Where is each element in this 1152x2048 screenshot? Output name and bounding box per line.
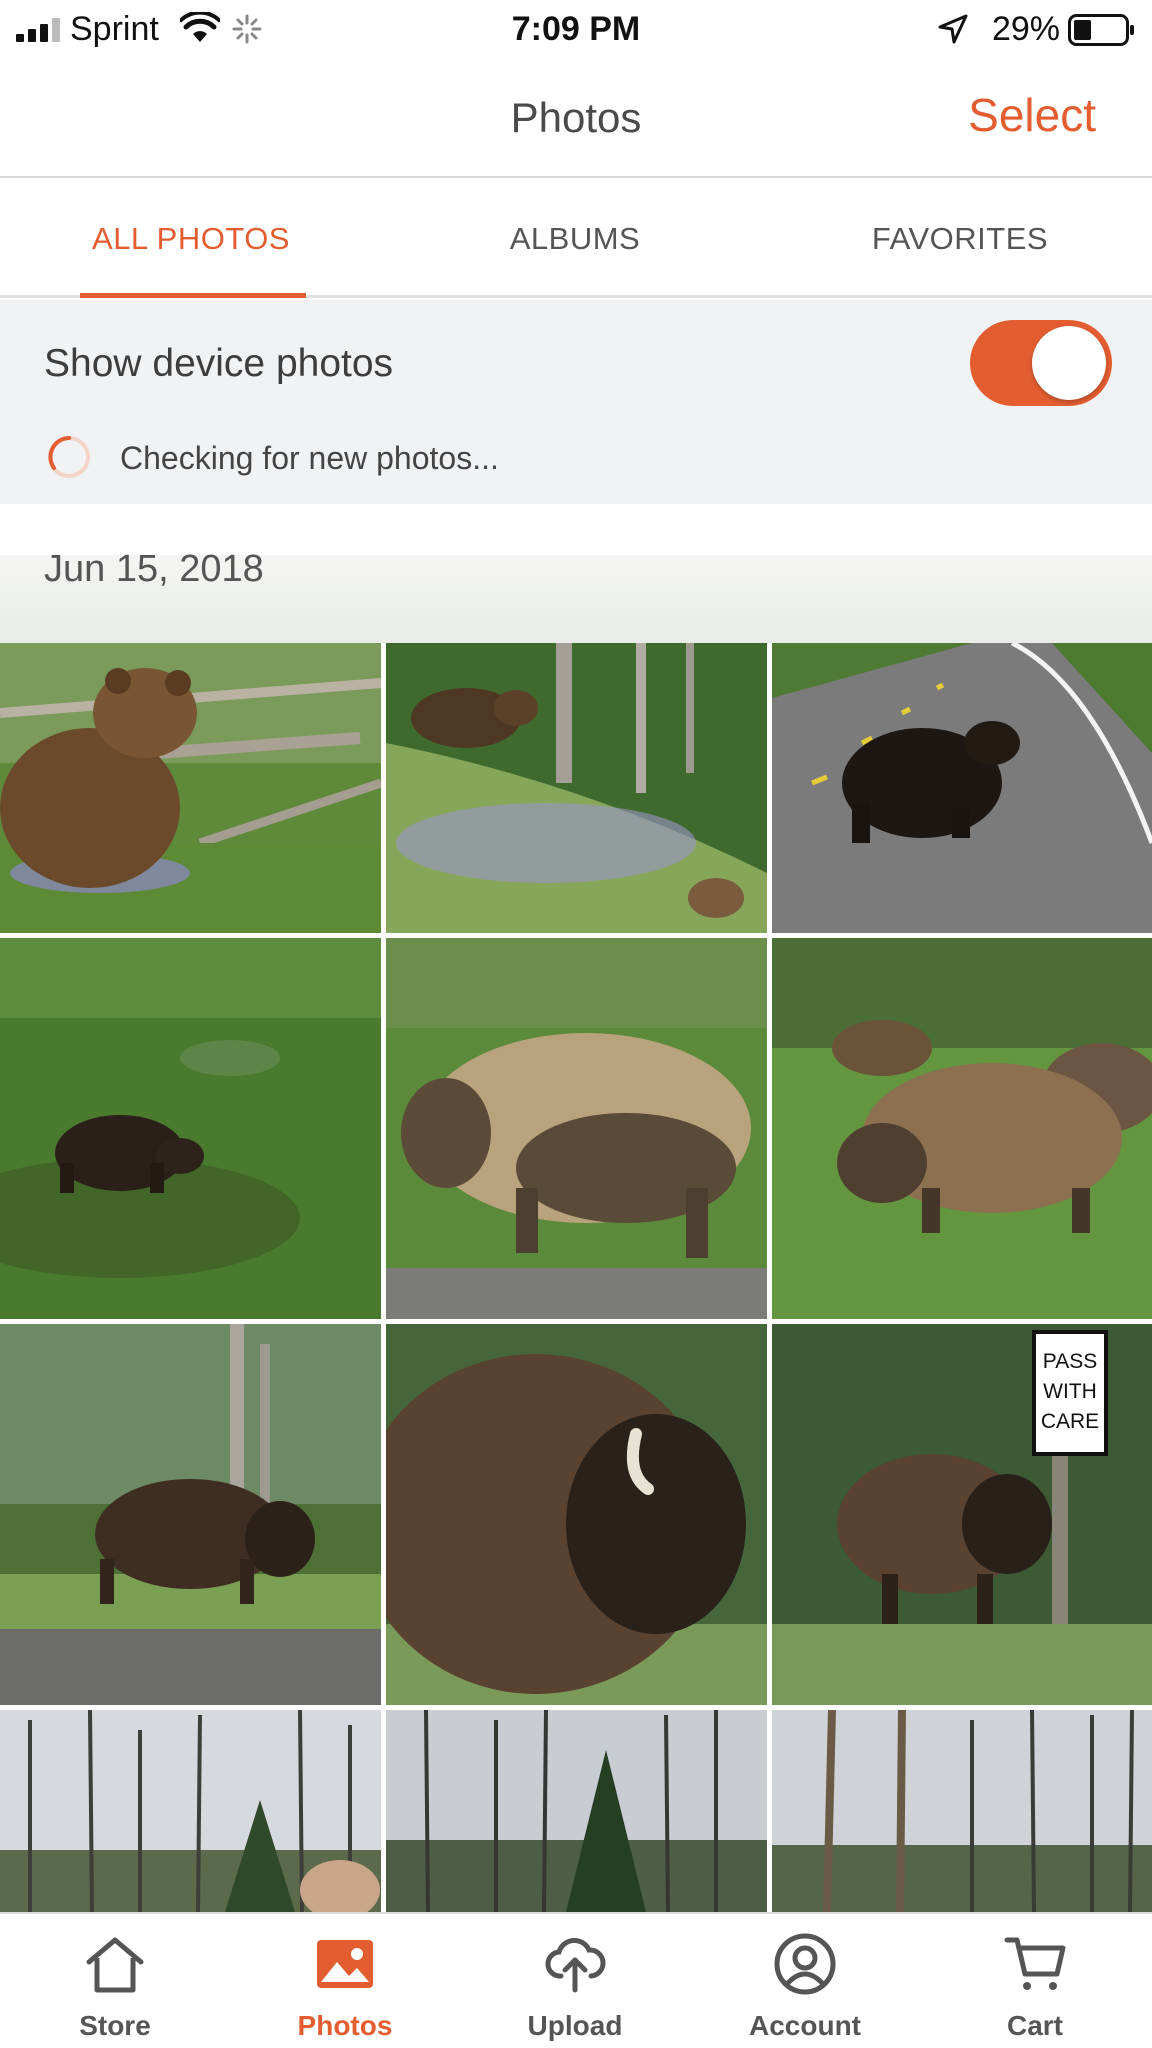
- bison-closeup-image: [386, 1324, 767, 1705]
- photo-tabs: ALL PHOTOS ALBUMS FAVORITES: [0, 180, 1152, 298]
- photo-thumbnail[interactable]: [0, 938, 381, 1319]
- show-device-photos-label: Show device photos: [44, 342, 394, 385]
- photo-thumbnail[interactable]: [772, 938, 1152, 1319]
- photo-grid: PASS WITH CARE: [0, 555, 1152, 1912]
- burned-forest-image: [772, 1710, 1152, 1912]
- tab-cart[interactable]: Cart: [935, 1914, 1135, 2048]
- bison-by-road-image: [0, 1324, 381, 1705]
- tab-store[interactable]: Store: [15, 1914, 215, 2048]
- navigation-header: Photos Select: [0, 58, 1152, 178]
- shedding-bison-image: [386, 938, 767, 1319]
- photo-thumbnail[interactable]: [0, 1324, 381, 1705]
- bear-crossing-road-image: [772, 643, 1152, 933]
- loading-spinner-icon: [48, 436, 90, 478]
- photo-thumbnail[interactable]: [772, 643, 1152, 933]
- bottom-tab-bar: Store Photos Upload Account Cart: [0, 1912, 1152, 2048]
- battery-percent: 29%: [991, 10, 1060, 48]
- status-bar: Sprint 7:09 PM 29%: [0, 0, 1152, 58]
- tab-albums[interactable]: ALBUMS: [382, 180, 768, 298]
- photo-thumbnail[interactable]: [0, 1710, 381, 1912]
- upload-cloud-icon: [545, 1938, 606, 1993]
- tab-account-label: Account: [749, 2010, 861, 2041]
- tab-upload-label: Upload: [527, 2010, 623, 2041]
- photos-icon: [317, 1940, 373, 1988]
- tab-store-label: Store: [79, 2010, 151, 2041]
- photo-thumbnail[interactable]: [386, 1710, 767, 1912]
- photo-thumbnail[interactable]: [0, 643, 381, 933]
- home-icon: [86, 1937, 144, 1993]
- photo-thumbnail[interactable]: [386, 1324, 767, 1705]
- active-tab-indicator: [80, 293, 306, 298]
- bear-on-hillside-image: [386, 643, 767, 933]
- clock: 7:09 PM: [511, 10, 641, 48]
- account-icon: [774, 1933, 836, 1995]
- bison-pass-with-care-sign-image: PASS WITH CARE: [772, 1324, 1152, 1705]
- photo-thumbnail[interactable]: [386, 643, 767, 933]
- tab-all-photos[interactable]: ALL PHOTOS: [0, 180, 382, 298]
- location-arrow-icon: [938, 14, 968, 44]
- bison-herd-grazing-image: [772, 938, 1152, 1319]
- photo-thumbnail[interactable]: PASS WITH CARE: [772, 1324, 1152, 1705]
- bear-on-grass-image: [0, 938, 381, 1319]
- tab-photos-label: Photos: [297, 2010, 393, 2041]
- tab-account[interactable]: Account: [705, 1914, 905, 2048]
- device-photos-panel: Show device photos Checking for new phot…: [0, 300, 1152, 504]
- show-device-photos-toggle[interactable]: [970, 320, 1112, 406]
- select-button[interactable]: Select: [968, 88, 1096, 142]
- burned-forest-image: [0, 1710, 381, 1912]
- photo-thumbnail[interactable]: [772, 1710, 1152, 1912]
- tab-cart-label: Cart: [1006, 2010, 1063, 2041]
- tab-favorites[interactable]: FAVORITES: [768, 180, 1152, 298]
- sign-text-pass: PASS: [1043, 1350, 1097, 1373]
- tab-upload[interactable]: Upload: [475, 1914, 675, 2048]
- photo-thumbnail[interactable]: [386, 938, 767, 1319]
- toggle-knob: [1032, 326, 1106, 400]
- tab-photos[interactable]: Photos: [245, 1914, 445, 2048]
- checking-status-text: Checking for new photos...: [120, 440, 499, 476]
- burned-forest-image: [386, 1710, 767, 1912]
- cart-icon: [1004, 1937, 1066, 1990]
- sign-text-care: CARE: [1041, 1410, 1099, 1433]
- battery-icon: [1068, 14, 1134, 46]
- bear-in-meadow-image: [0, 643, 381, 933]
- sign-text-with: WITH: [1043, 1380, 1097, 1403]
- date-header: Jun 15, 2018: [44, 548, 264, 590]
